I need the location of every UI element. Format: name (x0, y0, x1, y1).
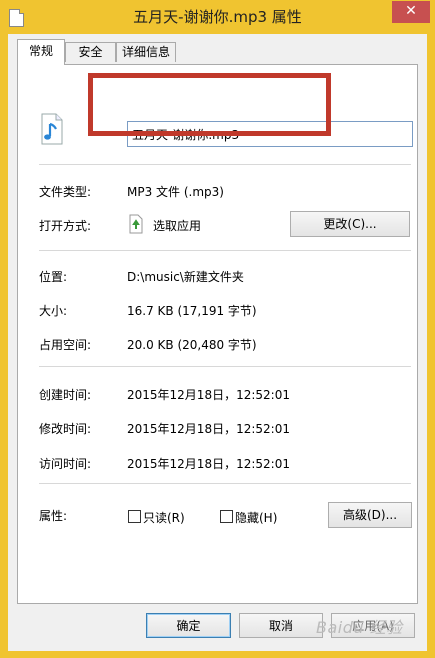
cancel-button[interactable]: 取消 (239, 613, 323, 638)
created-value: 2015年12月18日，12:52:01 (127, 388, 290, 402)
change-button[interactable]: 更改(C)... (290, 211, 410, 237)
app-icon (129, 214, 143, 234)
readonly-checkbox[interactable] (128, 510, 141, 523)
file-type-label: 文件类型: (39, 185, 92, 199)
size-on-disk-value: 20.0 KB (20,480 字节) (127, 338, 257, 352)
file-type-value: MP3 文件 (.mp3) (127, 185, 224, 199)
ok-button[interactable]: 确定 (146, 613, 231, 638)
modified-label: 修改时间: (39, 422, 92, 436)
title-bar: 五月天-谢谢你.mp3 属性 ✕ (0, 0, 435, 34)
divider (39, 250, 411, 251)
size-on-disk-label: 占用空间: (39, 338, 92, 352)
location-value: D:\music\新建文件夹 (127, 270, 244, 284)
tab-security[interactable]: 安全 (65, 42, 116, 62)
advanced-button[interactable]: 高级(D)... (328, 502, 412, 528)
tab-general[interactable]: 常规 (17, 39, 65, 65)
divider (39, 164, 411, 165)
window-title: 五月天-谢谢你.mp3 属性 (133, 8, 302, 26)
location-label: 位置: (39, 270, 68, 284)
tab-details[interactable]: 详细信息 (116, 42, 176, 62)
attributes-label: 属性: (39, 509, 68, 523)
size-value: 16.7 KB (17,191 字节) (127, 304, 257, 318)
open-with-label: 打开方式: (39, 219, 92, 233)
accessed-label: 访问时间: (39, 457, 92, 471)
annotation-highlight-box (88, 73, 331, 136)
watermark: Baidu 经验 (316, 618, 403, 637)
close-button[interactable]: ✕ (392, 1, 430, 23)
hidden-checkbox[interactable] (220, 510, 233, 523)
readonly-label[interactable]: 只读(R) (143, 509, 185, 526)
music-note-icon (41, 113, 63, 145)
size-label: 大小: (39, 304, 68, 318)
general-panel: 文件类型: MP3 文件 (.mp3) 打开方式: 选取应用 更改(C)... … (17, 64, 418, 604)
divider (39, 483, 411, 484)
divider (39, 366, 411, 367)
open-with-value: 选取应用 (153, 219, 202, 233)
modified-value: 2015年12月18日，12:52:01 (127, 422, 290, 436)
hidden-label[interactable]: 隐藏(H) (235, 509, 277, 526)
created-label: 创建时间: (39, 388, 92, 402)
accessed-value: 2015年12月18日，12:52:01 (127, 457, 290, 471)
